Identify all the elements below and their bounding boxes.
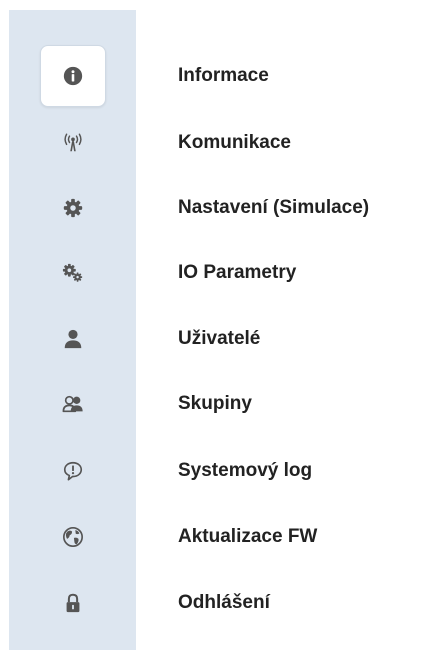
- menu-item-label: Nastavení (Simulace): [178, 197, 370, 218]
- menu-item-label: IO Parametry: [178, 262, 297, 283]
- user-icon: [64, 329, 82, 349]
- menu-icon-box: [40, 177, 106, 239]
- menu-item-skupiny[interactable]: Skupiny: [0, 373, 424, 435]
- users-group-icon: [62, 395, 83, 413]
- menu-item-label: Systemový log: [178, 460, 313, 481]
- menu-icon-box: [40, 308, 106, 370]
- menu-icon-box: [40, 242, 106, 304]
- menu-item-nastaveni[interactable]: Nastavení (Simulace): [0, 177, 424, 239]
- menu-item-informace[interactable]: Informace: [0, 45, 424, 107]
- info-icon: [63, 66, 83, 86]
- gear-icon: [63, 198, 83, 218]
- lock-icon: [66, 593, 80, 613]
- globe-icon: [63, 527, 83, 547]
- menu-icon-box: [40, 373, 106, 435]
- menu-icon-box: [40, 112, 106, 174]
- menu-icon-box: [40, 506, 106, 568]
- menu-item-uzivatele[interactable]: Uživatelé: [0, 308, 424, 370]
- menu-item-io-parametry[interactable]: IO Parametry: [0, 242, 424, 304]
- menu-icon-box: [40, 440, 106, 502]
- speech-bubble-exclamation-icon: [63, 461, 83, 481]
- menu-item-label: Informace: [178, 65, 269, 86]
- menu-item-label: Komunikace: [178, 132, 291, 153]
- menu-item-komunikace[interactable]: Komunikace: [0, 112, 424, 174]
- antenna-icon: [64, 133, 82, 152]
- gears-icon: [62, 263, 83, 282]
- main-menu: Informace Komunikace Nastavení (Simulace…: [0, 0, 424, 650]
- menu-item-label: Skupiny: [178, 393, 252, 414]
- menu-item-label: Odhlášení: [178, 592, 270, 613]
- menu-item-aktualizace-fw[interactable]: Aktualizace FW: [0, 506, 424, 568]
- menu-item-odhlaseni[interactable]: Odhlášení: [0, 572, 424, 634]
- menu-icon-box: [40, 45, 106, 107]
- menu-item-label: Uživatelé: [178, 328, 261, 349]
- menu-item-systemovy-log[interactable]: Systemový log: [0, 440, 424, 502]
- menu-icon-box: [40, 572, 106, 634]
- navigation-page: Informace Komunikace Nastavení (Simulace…: [0, 0, 424, 650]
- menu-item-label: Aktualizace FW: [178, 526, 318, 547]
